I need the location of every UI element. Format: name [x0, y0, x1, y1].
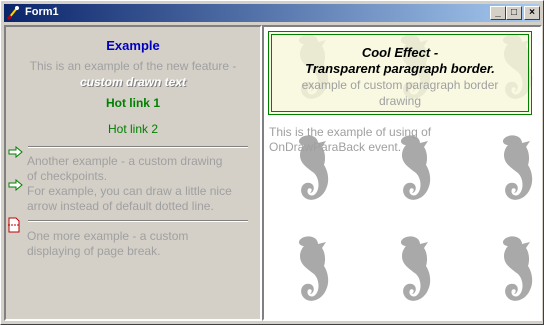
minimize-button[interactable]: _: [490, 6, 506, 20]
separator-line: [28, 146, 248, 148]
hot-link-2[interactable]: Hot link 2: [6, 122, 260, 136]
intro-text: This is an example of the new feature -: [29, 59, 237, 73]
ondrawparaback-text-2: OnDrawParaBack event.: [269, 140, 402, 154]
border-example-text-2: drawing: [378, 94, 422, 108]
pagebreak-text-2: displaying of page break.: [27, 244, 161, 258]
checkpoint-text-1: Another example - a custom drawing: [27, 154, 223, 168]
custom-drawn-text: custom drawn text: [79, 75, 187, 89]
window-title: Form1: [25, 6, 59, 18]
checkpoint-text-3: For example, you can draw a little nice: [27, 184, 232, 198]
left-rich-view[interactable]: Example This is an example of the new fe…: [4, 25, 262, 321]
app-icon: [6, 6, 19, 21]
border-example-text: example of custom paragraph border: [301, 78, 499, 92]
transparent-border-paragraph: Cool Effect - Transparent paragraph bord…: [268, 31, 532, 115]
seahorse-background-icon: [492, 133, 536, 209]
example-heading: Example: [106, 38, 160, 53]
transparent-border-title: Transparent paragraph border.: [305, 61, 495, 76]
page-break-icon: [8, 217, 20, 233]
checkpoint-text-2: of checkpoints.: [27, 169, 108, 183]
cool-effect-title: Cool Effect -: [361, 45, 439, 60]
seahorse-background-icon: [288, 234, 332, 310]
maximize-button[interactable]: □: [506, 6, 522, 20]
page-break-line: [28, 220, 248, 222]
main-window: Form1 _ □ × Example This is an example o…: [0, 0, 544, 325]
seahorse-background-icon: [492, 234, 536, 310]
pagebreak-text-1: One more example - a custom: [27, 229, 189, 243]
hot-link-1[interactable]: Hot link 1: [6, 96, 260, 110]
close-button[interactable]: ×: [524, 6, 540, 20]
right-rich-view[interactable]: Cool Effect - Transparent paragraph bord…: [262, 25, 542, 321]
arrow-checkpoint-icon: [8, 179, 23, 191]
arrow-checkpoint-icon: [8, 146, 23, 158]
checkpoint-text-4: arrow instead of default dotted line.: [27, 199, 214, 213]
seahorse-background-icon: [390, 234, 434, 310]
ondrawparaback-text-1: This is the example of using of: [269, 125, 432, 139]
title-bar[interactable]: Form1 _ □ ×: [4, 4, 540, 22]
